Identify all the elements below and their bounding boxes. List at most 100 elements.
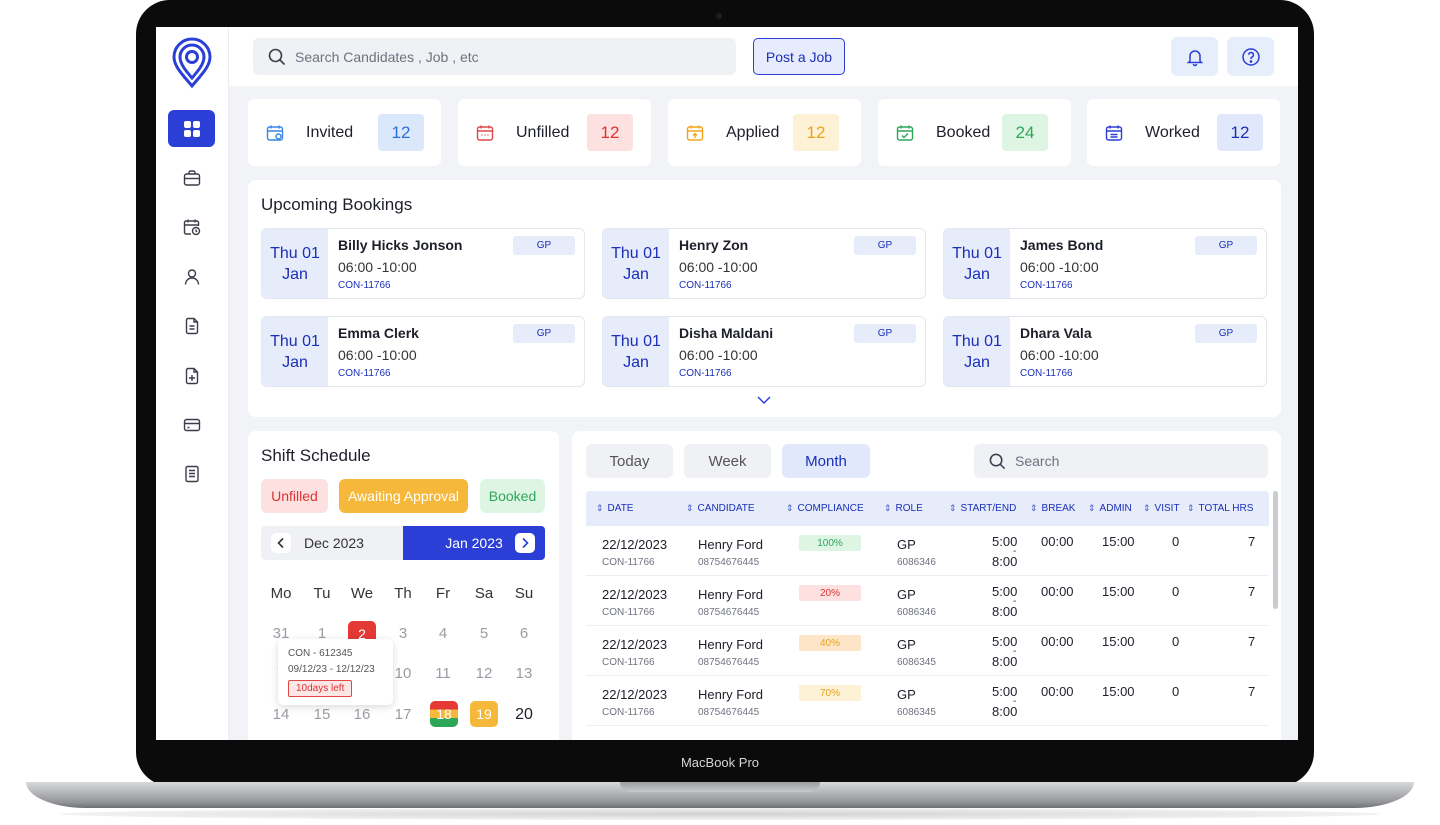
row-role-id: 6086345 [897, 657, 936, 668]
help-button[interactable] [1227, 37, 1274, 76]
column-break[interactable]: ⇕ BREAK [1030, 503, 1075, 514]
booking-card[interactable]: Thu 01 Jan Dhara Vala 06:00 -10:00 CON-11… [943, 316, 1267, 387]
column-date[interactable]: ⇕ DATE [596, 503, 633, 514]
notifications-button[interactable] [1171, 37, 1218, 76]
sidebar-item-dashboard[interactable] [168, 110, 215, 147]
weekday-label: Fr [435, 585, 451, 602]
stat-value: 24 [1002, 114, 1048, 151]
booking-date: Thu 01 Jan [944, 317, 1010, 386]
sidebar-item-payments[interactable] [168, 406, 215, 443]
table-scrollbar[interactable] [1273, 491, 1278, 609]
stat-booked[interactable]: Booked 24 [878, 99, 1071, 166]
stat-invited[interactable]: Invited 12 [248, 99, 441, 166]
sidebar-item-jobs[interactable] [168, 159, 215, 196]
row-phone: 08754676445 [698, 657, 760, 668]
calendar-day[interactable]: 12 [464, 665, 504, 682]
row-end: 8:00 [992, 554, 1018, 569]
column-role[interactable]: ⇕ ROLE [884, 503, 923, 514]
sidebar-item-add-document[interactable] [168, 357, 215, 394]
calendar-day[interactable]: 14 [261, 706, 301, 723]
briefcase-icon [183, 169, 200, 186]
row-phone: 08754676445 [698, 607, 760, 618]
row-role: GP [897, 637, 916, 652]
calendar-day[interactable]: 4 [423, 625, 463, 642]
table-row[interactable]: 22/12/2023 CON-11766 Henry Ford 08754676… [586, 676, 1269, 726]
column-admin[interactable]: ⇕ ADMIN [1088, 503, 1132, 514]
app-screen: Post a Job Invited 12 Unfilled 12 Applie… [156, 27, 1298, 740]
booking-date: Thu 01 Jan [603, 317, 669, 386]
row-candidate: Henry Ford [698, 687, 764, 702]
next-month-button[interactable] [515, 533, 535, 553]
booking-time: 06:00 -10:00 [1020, 259, 1099, 275]
booking-date: Thu 01 Jan [262, 229, 328, 298]
row-end: 8:00 [992, 704, 1018, 719]
booking-time: 06:00 -10:00 [679, 259, 758, 275]
post-job-button[interactable]: Post a Job [753, 38, 845, 75]
sidebar-item-candidates[interactable] [168, 258, 215, 295]
table-search-input[interactable] [1015, 453, 1255, 469]
calendar-day[interactable]: 16 [342, 706, 382, 723]
chevron-down-icon[interactable] [757, 395, 771, 405]
laptop-notch [620, 782, 820, 792]
calendar-day-today[interactable]: 20 [504, 706, 544, 724]
booking-code: CON-11766 [338, 280, 391, 291]
table-row[interactable]: 22/12/2023 CON-11766 Henry Ford 08754676… [586, 576, 1269, 626]
calendar-day[interactable]: 5 [464, 625, 504, 642]
legend-unfilled[interactable]: Unfilled [261, 479, 328, 513]
row-date: 22/12/2023 [602, 687, 668, 702]
booking-card[interactable]: Thu 01 Jan James Bond 06:00 -10:00 CON-11… [943, 228, 1267, 299]
calendar-day[interactable]: 11 [423, 665, 463, 682]
sidebar-item-reports[interactable] [168, 455, 215, 492]
legend-awaiting-approval[interactable]: Awaiting Approval [339, 479, 468, 513]
stat-applied[interactable]: Applied 12 [668, 99, 861, 166]
tab-today[interactable]: Today [586, 444, 673, 478]
column-compliance[interactable]: ⇕ COMPLIANCE [786, 503, 864, 514]
booking-time: 06:00 -10:00 [338, 347, 417, 363]
calendar-day[interactable]: 6 [504, 625, 544, 642]
global-search[interactable] [253, 38, 736, 75]
weekday-label: Mo [270, 585, 292, 602]
booking-code: CON-11766 [338, 368, 391, 379]
stat-unfilled[interactable]: Unfilled 12 [458, 99, 651, 166]
calendar-day[interactable]: 13 [504, 665, 544, 682]
bell-icon [1186, 49, 1203, 66]
tab-month[interactable]: Month [782, 444, 870, 478]
booking-card[interactable]: Thu 01 Jan Emma Clerk 06:00 -10:00 CON-11… [261, 316, 585, 387]
logo-icon[interactable] [170, 37, 214, 89]
sort-icon: ⇕ [1187, 503, 1195, 513]
search-input[interactable] [295, 48, 715, 65]
booking-date: Thu 01 Jan [944, 229, 1010, 298]
booking-code: CON-11766 [1020, 368, 1073, 379]
legend-booked[interactable]: Booked [480, 479, 545, 513]
table-row[interactable]: 22/12/2023 CON-11766 Henry Ford 08754676… [586, 626, 1269, 676]
calendar-day[interactable]: 15 [302, 706, 342, 723]
calendar-day-multi-status[interactable]: 18 [430, 701, 458, 727]
tooltip-code: CON - 612345 [288, 648, 353, 659]
sort-icon: ⇕ [884, 503, 892, 513]
tab-week[interactable]: Week [684, 444, 771, 478]
sort-icon: ⇕ [1088, 503, 1096, 513]
booking-card[interactable]: Thu 01 Jan Disha Maldani 06:00 -10:00 CON… [602, 316, 926, 387]
booking-card[interactable]: Thu 01 Jan Billy Hicks Jonson 06:00 -10:0… [261, 228, 585, 299]
table-search[interactable] [974, 444, 1268, 478]
previous-month-button[interactable] [271, 533, 291, 553]
stat-label: Worked [1145, 124, 1200, 141]
calendar-day-awaiting[interactable]: 19 [470, 701, 498, 727]
stat-worked[interactable]: Worked 12 [1087, 99, 1280, 166]
column-candidate[interactable]: ⇕ CANDIDATE [686, 503, 755, 514]
calendar-day[interactable]: 17 [383, 706, 423, 723]
booking-card[interactable]: Thu 01 Jan Henry Zon 06:00 -10:00 CON-117… [602, 228, 926, 299]
calendar-upload-icon [686, 125, 704, 141]
calendar-dots-icon [476, 125, 494, 141]
sort-icon: ⇕ [596, 503, 604, 513]
sidebar-item-schedule[interactable] [168, 208, 215, 245]
sort-icon: ⇕ [686, 503, 694, 513]
column-start-end[interactable]: ⇕ START/END [949, 503, 1016, 514]
booking-time: 06:00 -10:00 [1020, 347, 1099, 363]
file-plus-icon [185, 367, 198, 384]
sidebar-item-documents[interactable] [168, 307, 215, 344]
column-visit[interactable]: ⇕ VISIT [1143, 503, 1180, 514]
column-total-hrs[interactable]: ⇕ TOTAL HRS [1187, 503, 1253, 514]
table-row[interactable]: 22/12/2023 CON-11766 Henry Ford 08754676… [586, 526, 1269, 576]
calendar-clock-icon [183, 219, 200, 235]
